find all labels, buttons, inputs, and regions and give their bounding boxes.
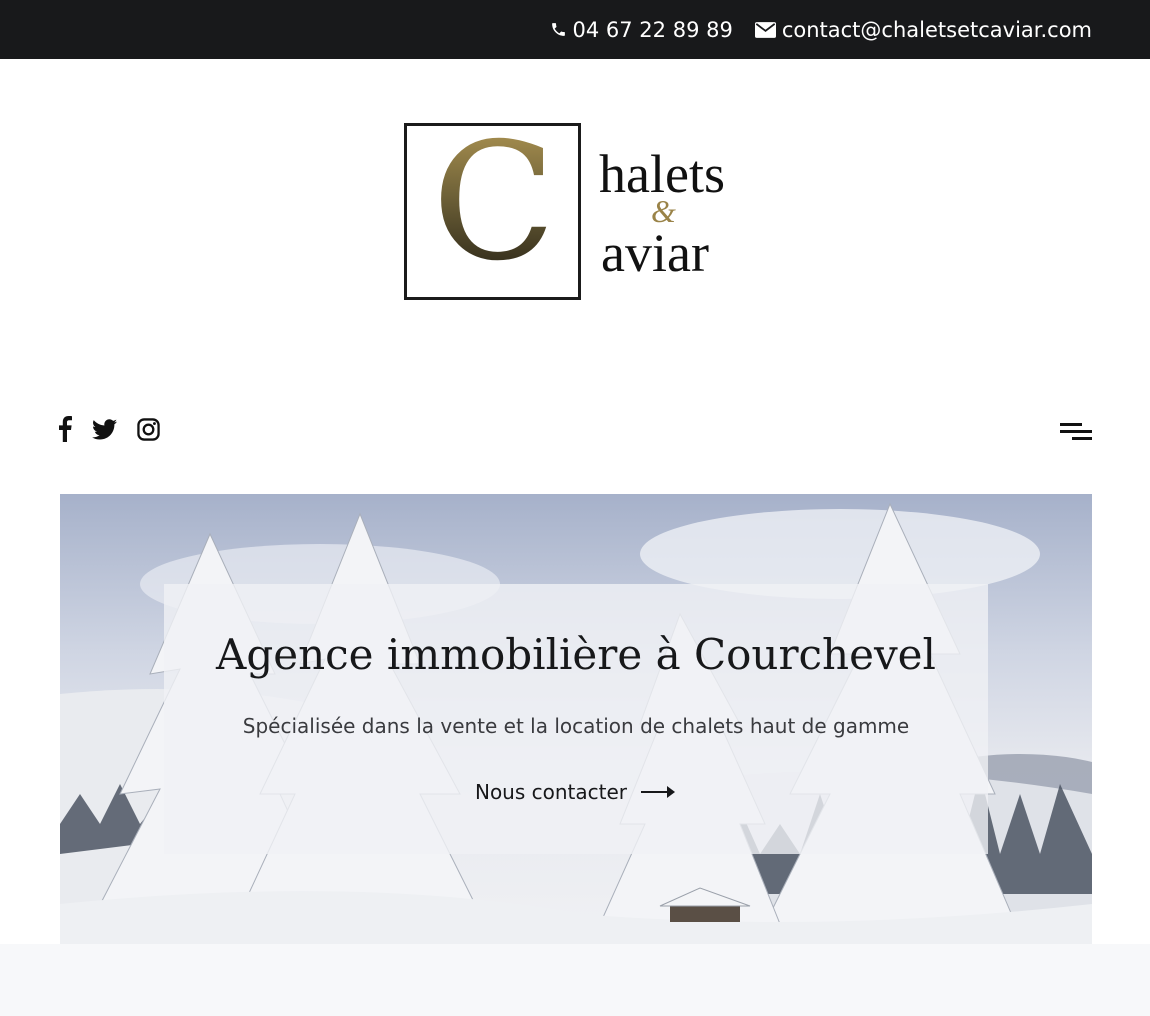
page-bottom-strip <box>0 944 1150 1016</box>
facebook-link[interactable] <box>58 416 72 447</box>
instagram-icon <box>137 417 160 441</box>
email-address: contact@chaletsetcaviar.com <box>781 17 1092 42</box>
hero-subtitle: Spécialisée dans la vente et la location… <box>242 714 910 738</box>
menu-toggle-button[interactable] <box>1060 420 1092 442</box>
contact-cta-label: Nous contacter <box>474 780 628 804</box>
site-logo[interactable]: C halets & aviar <box>404 113 744 303</box>
twitter-icon <box>92 418 117 439</box>
twitter-link[interactable] <box>92 418 117 445</box>
social-links <box>58 416 160 447</box>
instagram-link[interactable] <box>137 417 160 446</box>
envelope-icon <box>754 21 776 38</box>
arrow-right-icon <box>641 786 676 798</box>
logo-word-aviar: aviar <box>601 223 709 283</box>
phone-number: 04 67 22 89 89 <box>572 17 733 42</box>
hero-text-panel: Agence immobilière à Courchevel Spéciali… <box>164 584 988 854</box>
hero-banner: Agence immobilière à Courchevel Spéciali… <box>60 494 1092 944</box>
facebook-icon <box>59 416 72 442</box>
contact-cta-button[interactable]: Nous contacter <box>164 780 988 804</box>
email-link[interactable]: contact@chaletsetcaviar.com <box>754 17 1092 42</box>
logo-initial: C <box>432 109 556 297</box>
phone-link[interactable]: 04 67 22 89 89 <box>550 18 733 42</box>
top-contact-bar: 04 67 22 89 89 contact@chaletsetcaviar.c… <box>0 0 1150 59</box>
phone-icon <box>551 23 565 36</box>
hero-title: Agence immobilière à Courchevel <box>216 630 936 679</box>
